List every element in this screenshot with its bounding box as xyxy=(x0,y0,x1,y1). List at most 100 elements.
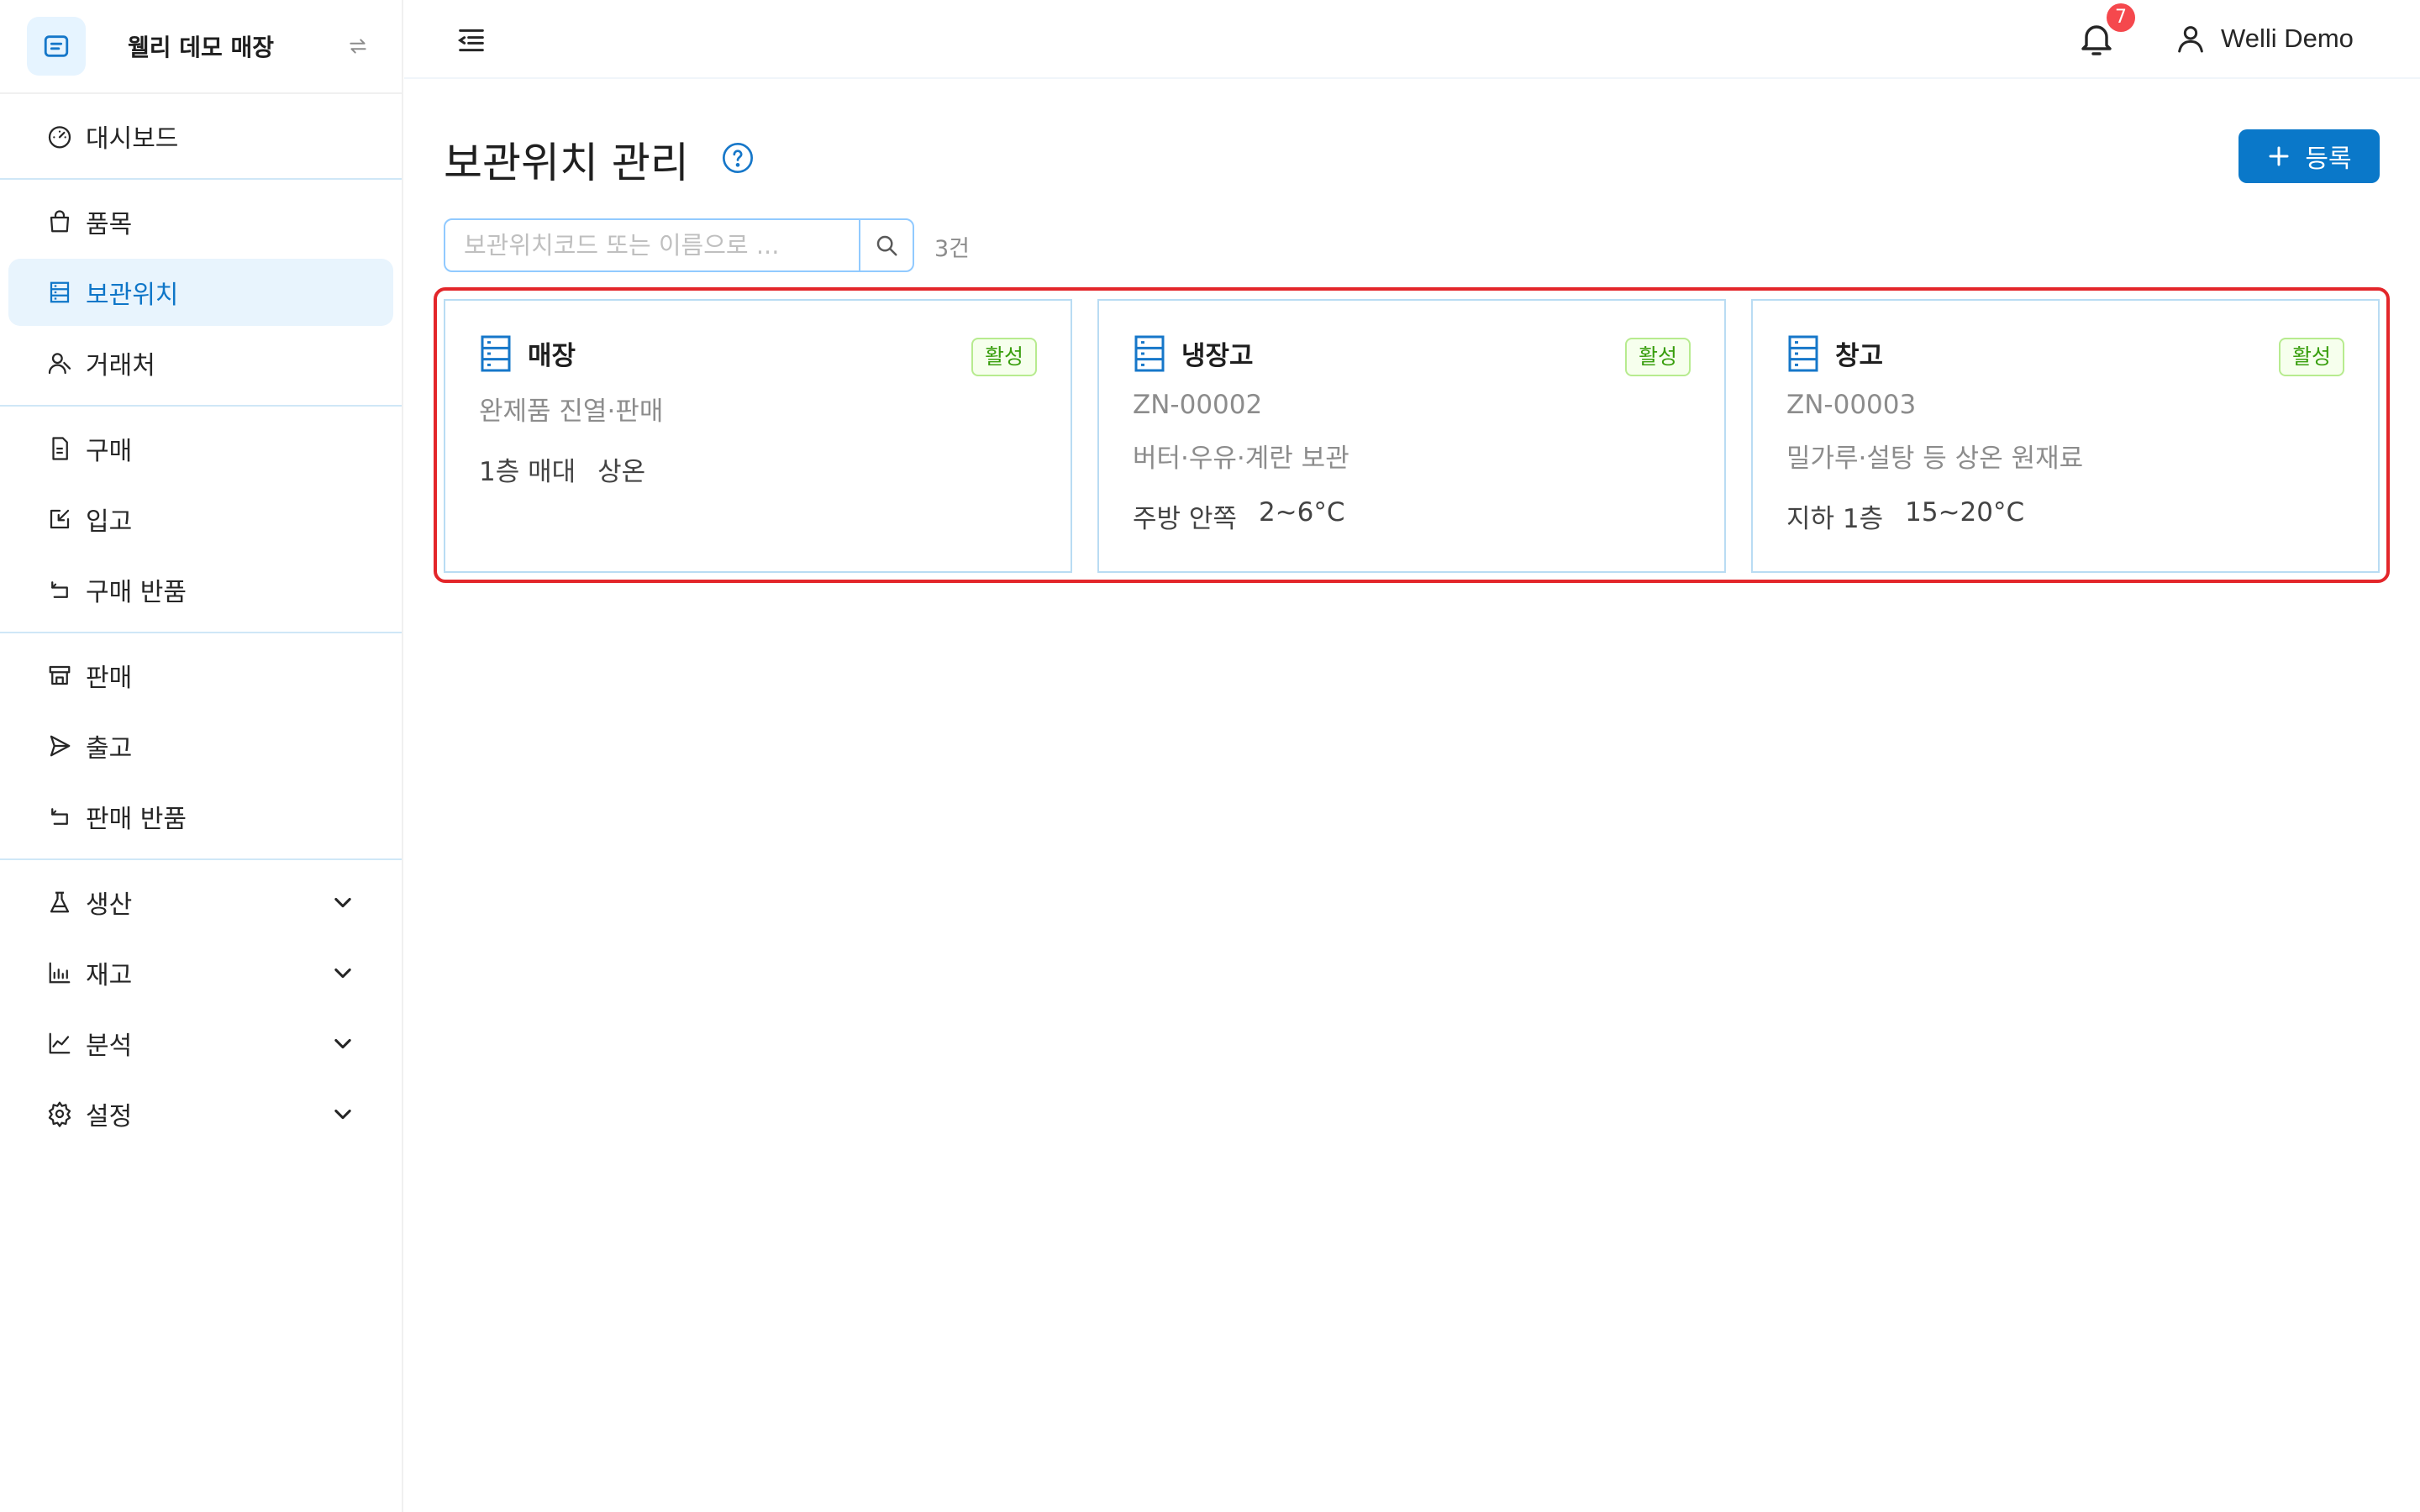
top-header: 7 Welli Demo xyxy=(404,0,2420,79)
storage-icon xyxy=(45,278,74,307)
gear-icon xyxy=(45,1100,74,1128)
location-place: 주방 안쪽 xyxy=(1133,504,1237,534)
sidebar-item-sales[interactable]: 판매 xyxy=(8,642,393,709)
page-title: 보관위치 관리 xyxy=(444,139,689,187)
sidebar-item-label: 설정 xyxy=(86,1102,133,1131)
location-card[interactable]: 창고 활성 ZN-00003 밀가루·설탕 등 상온 원재료 지하 1층 15~… xyxy=(1751,299,2380,573)
sidebar-item-label: 거래처 xyxy=(86,351,155,381)
nav-group-dashboard: 대시보드 xyxy=(0,94,402,180)
sidebar-item-items[interactable]: 품목 xyxy=(8,188,393,255)
search-box xyxy=(444,218,914,272)
store-logo-icon[interactable] xyxy=(27,17,86,76)
location-description: 완제품 진열·판매 xyxy=(479,396,664,427)
sidebar-item-label: 보관위치 xyxy=(86,281,179,310)
document-icon xyxy=(45,434,74,463)
nav-group-purchase: 구매 입고 구매 반품 xyxy=(0,407,402,633)
inbound-icon xyxy=(45,505,74,533)
sidebar-item-production[interactable]: 생산 xyxy=(8,869,393,936)
sidebar-item-storage[interactable]: 보관위치 xyxy=(8,259,393,326)
sidebar-item-label: 입고 xyxy=(86,507,133,537)
storage-icon xyxy=(1133,335,1166,372)
location-name: 냉장고 xyxy=(1181,341,1254,371)
location-name: 창고 xyxy=(1835,341,1884,371)
nav-group-master: 품목 보관위치 거래처 xyxy=(0,180,402,407)
location-temperature: 상온 xyxy=(597,457,646,487)
menu-fold-icon[interactable] xyxy=(455,24,488,57)
result-count: 3건 xyxy=(934,236,971,262)
location-meta: 주방 안쪽 2~6°C xyxy=(1133,497,1345,535)
sidebar-item-label: 구매 반품 xyxy=(86,578,187,607)
user-name: Welli Demo xyxy=(2221,24,2354,53)
sidebar-item-settings[interactable]: 설정 xyxy=(8,1080,393,1147)
location-name: 매장 xyxy=(528,341,576,371)
location-meta: 1층 매대 상온 xyxy=(479,450,645,488)
sidebar-item-label: 재고 xyxy=(86,961,133,990)
flask-icon xyxy=(45,888,74,916)
return-icon xyxy=(45,575,74,604)
add-button-label: 등록 xyxy=(2305,145,2352,173)
sidebar-item-label: 판매 xyxy=(86,664,133,693)
sidebar-item-inventory[interactable]: 재고 xyxy=(8,939,393,1006)
notification-badge: 7 xyxy=(2107,3,2135,32)
chevron-down-icon[interactable] xyxy=(331,1102,355,1126)
add-location-button[interactable]: 등록 xyxy=(2238,129,2380,183)
help-icon[interactable] xyxy=(721,141,755,175)
location-place: 지하 1층 xyxy=(1786,504,1884,534)
return-icon xyxy=(45,802,74,831)
chevron-down-icon[interactable] xyxy=(331,1032,355,1055)
status-badge: 활성 xyxy=(2278,338,2344,376)
chevron-down-icon[interactable] xyxy=(331,961,355,984)
sidebar-item-label: 품목 xyxy=(86,210,133,239)
sidebar-item-label: 분석 xyxy=(86,1032,133,1061)
sidebar-item-sales-return[interactable]: 판매 반품 xyxy=(8,783,393,850)
location-description: 밀가루·설탕 등 상온 원재료 xyxy=(1786,444,2084,474)
user-menu[interactable]: Welli Demo xyxy=(2174,22,2354,55)
store-icon xyxy=(45,661,74,690)
sidebar-item-label: 대시보드 xyxy=(86,124,179,154)
search-icon xyxy=(876,235,897,256)
sidebar-item-inbound[interactable]: 입고 xyxy=(8,486,393,553)
sidebar-item-purchase[interactable]: 구매 xyxy=(8,415,393,482)
sidebar-item-partners[interactable]: 거래처 xyxy=(8,329,393,396)
chevron-down-icon[interactable] xyxy=(331,890,355,914)
brand-header: 웰리 데모 매장 xyxy=(0,0,402,94)
swap-store-icon[interactable] xyxy=(341,29,375,63)
sidebar-item-label: 생산 xyxy=(86,890,133,920)
sidebar-item-outbound[interactable]: 출고 xyxy=(8,712,393,780)
nav-group-more: 생산 재고 분석 설정 xyxy=(0,860,402,1156)
sidebar-item-purchase-return[interactable]: 구매 반품 xyxy=(8,556,393,623)
location-place: 1층 매대 xyxy=(479,457,576,487)
plus-icon xyxy=(2269,146,2289,166)
location-meta: 지하 1층 15~20°C xyxy=(1786,497,2024,535)
card-header: 창고 xyxy=(1786,334,1883,372)
card-header: 매장 xyxy=(479,334,576,372)
status-badge: 활성 xyxy=(1624,338,1691,376)
nav-group-sales: 판매 출고 판매 반품 xyxy=(0,633,402,860)
user-icon xyxy=(2174,22,2207,55)
bar-chart-icon xyxy=(45,958,74,987)
partners-icon xyxy=(45,349,74,377)
location-temperature: 2~6°C xyxy=(1258,497,1345,528)
sidebar-item-label: 판매 반품 xyxy=(86,805,187,834)
location-code: ZN-00002 xyxy=(1133,390,1263,420)
line-chart-icon xyxy=(45,1029,74,1058)
location-description: 버터·우유·계란 보관 xyxy=(1133,444,1349,474)
sidebar-item-analytics[interactable]: 분석 xyxy=(8,1010,393,1077)
status-badge: 활성 xyxy=(971,338,1037,376)
card-header: 냉장고 xyxy=(1133,334,1254,372)
search-input[interactable] xyxy=(445,220,859,270)
search-button[interactable] xyxy=(859,220,913,270)
storage-icon xyxy=(479,335,513,372)
location-code: ZN-00003 xyxy=(1786,390,1917,420)
location-card[interactable]: 매장 활성 완제품 진열·판매 1층 매대 상온 xyxy=(444,299,1072,573)
sidebar: 웰리 데모 매장 대시보드 품목 보관위치 거래처 구매 입고 구매 반품 판매… xyxy=(0,0,403,1512)
sidebar-item-dashboard[interactable]: 대시보드 xyxy=(8,102,393,170)
bag-icon xyxy=(45,207,74,236)
sidebar-item-label: 구매 xyxy=(86,437,133,466)
sidebar-item-label: 출고 xyxy=(86,734,133,764)
store-name: 웰리 데모 매장 xyxy=(128,34,275,61)
send-icon xyxy=(45,732,74,760)
dashboard-icon xyxy=(45,122,74,150)
location-card[interactable]: 냉장고 활성 ZN-00002 버터·우유·계란 보관 주방 안쪽 2~6°C xyxy=(1097,299,1726,573)
storage-icon xyxy=(1786,335,1820,372)
